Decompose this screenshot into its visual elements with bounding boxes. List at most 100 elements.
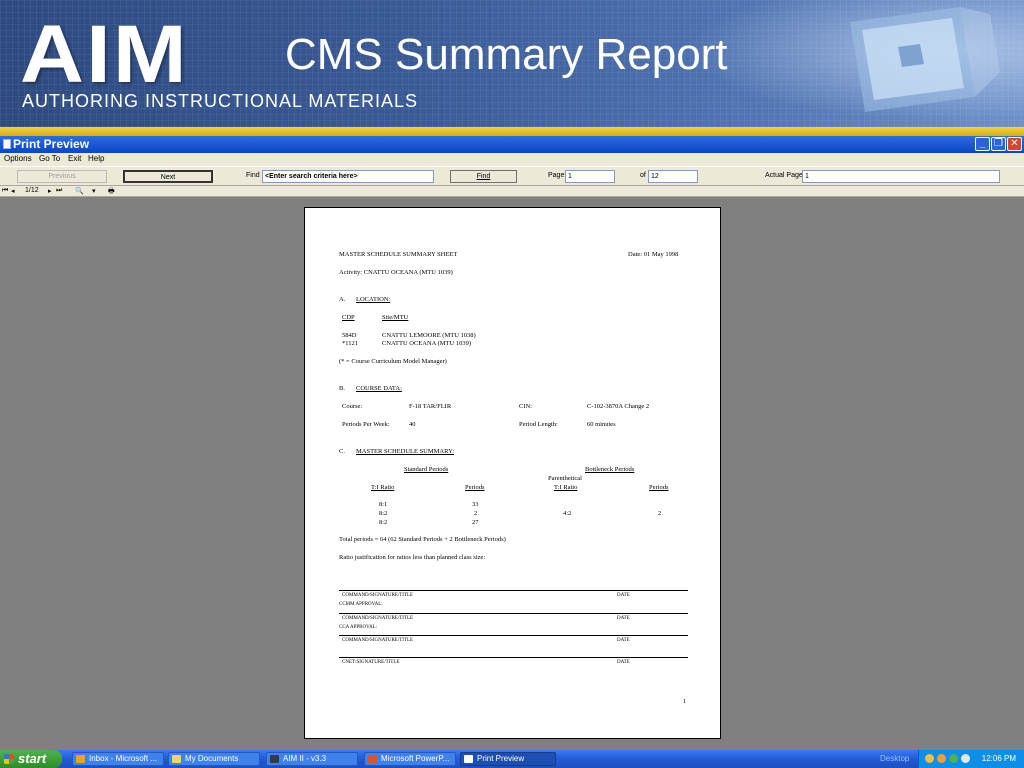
task-inbox[interactable]: Inbox - Microsoft ... xyxy=(72,752,164,766)
page-counter: 1/12 xyxy=(25,187,39,194)
ccmm-approval-label: CCMM APPROVAL: xyxy=(339,602,383,607)
section-b-letter: B. xyxy=(339,385,345,392)
report-activity: Activity: CNATTU OCEANA (MTU 1039) xyxy=(339,269,453,276)
signature-date-4: DATE xyxy=(617,660,630,665)
cin-value: C-102-3870A Change 2 xyxy=(587,403,650,410)
start-label: start xyxy=(18,751,47,766)
period-length-value: 60 minutes xyxy=(587,421,616,428)
signature-date-2: DATE xyxy=(617,616,630,621)
actual-page-label: Actual Page xyxy=(765,172,803,179)
task-powerpoint-label: Microsoft PowerP... xyxy=(381,754,450,763)
location-col-cdp: CDP xyxy=(342,314,355,321)
location-note: (* = Course Curriculum Model Manager) xyxy=(339,358,447,365)
banner-gold-bar xyxy=(0,127,1024,136)
window-title: Print Preview xyxy=(13,137,90,151)
cca-approval-label: CCA APPROVAL: xyxy=(339,625,378,630)
bottleneck-ratio-col: T:I Ratio xyxy=(554,484,578,491)
outlook-icon xyxy=(76,755,85,763)
print-preview-window: Print Preview _ ❐ ✕ Options Go To Exit H… xyxy=(0,136,1024,750)
task-inbox-label: Inbox - Microsoft ... xyxy=(89,754,158,763)
menu-help[interactable]: Help xyxy=(88,154,104,163)
aim-tagline: AUTHORING INSTRUCTIONAL MATERIALS xyxy=(22,91,419,111)
report-heading: MASTER SCHEDULE SUMMARY SHEET xyxy=(339,251,458,258)
location-site-2: CNATTU OCEANA (MTU 1039) xyxy=(382,340,472,347)
desktop-toolbar-label[interactable]: Desktop xyxy=(880,754,909,763)
minimize-button[interactable]: _ xyxy=(975,137,990,151)
previous-button[interactable]: Previous xyxy=(17,170,107,183)
of-label: of xyxy=(640,172,646,179)
section-a-letter: A. xyxy=(339,296,346,303)
menu-exit[interactable]: Exit xyxy=(68,154,81,163)
parenthetical-label: Parenthetical xyxy=(548,475,582,482)
start-button[interactable]: start xyxy=(0,750,62,768)
print-icon[interactable]: 🖶 xyxy=(108,187,115,198)
menu-bar: Options Go To Exit Help xyxy=(0,153,1024,166)
signature-line-4 xyxy=(339,657,688,658)
tray-icon-1[interactable] xyxy=(925,754,934,763)
zoom-dropdown-icon[interactable]: ▾ xyxy=(92,187,96,195)
aim-banner: AIM AUTHORING INSTRUCTIONAL MATERIALS CM… xyxy=(0,0,1024,127)
periods-per-week-value: 40 xyxy=(409,421,416,428)
section-c-letter: C. xyxy=(339,448,345,455)
period-length-label: Period Length: xyxy=(519,421,558,428)
page-input[interactable]: 1 xyxy=(565,170,615,183)
actual-page-input[interactable]: 1 xyxy=(802,170,1000,183)
standard-ratio-2: 8:2 xyxy=(379,510,388,517)
next-page-icon[interactable]: ▸ xyxy=(48,187,52,195)
bottleneck-periods-heading: Bottleneck Periods xyxy=(585,466,635,473)
signature-label-3: COMMAND/SIGNATURE/TITLE xyxy=(342,638,414,643)
find-button[interactable]: Find xyxy=(450,170,517,183)
standard-ratio-3: 8:2 xyxy=(379,519,388,526)
maximize-button[interactable]: ❐ xyxy=(991,137,1006,151)
tray-icon-2[interactable] xyxy=(937,754,946,763)
signature-line-2 xyxy=(339,613,688,614)
task-aim-ii[interactable]: AIM II - v3.3 xyxy=(266,752,358,766)
prev-page-icon[interactable]: ◂ xyxy=(11,187,15,195)
first-page-icon[interactable]: ⏮ xyxy=(2,187,8,195)
navigation-bar: ⏮ ◂ 1/12 ▸ ⏭ 🔍 ▾ 🖶 xyxy=(0,186,1024,197)
task-my-documents[interactable]: My Documents xyxy=(168,752,260,766)
standard-periods-2: 2 xyxy=(474,510,478,517)
standard-ratio-col: T:I Ratio xyxy=(371,484,395,491)
find-label: Find xyxy=(246,172,260,179)
bottleneck-periods-col: Periods xyxy=(649,484,669,491)
standard-periods-col: Periods xyxy=(465,484,485,491)
tray-icon-4[interactable] xyxy=(961,754,970,763)
task-print-preview-label: Print Preview xyxy=(477,754,525,763)
location-cdp-1: 584D xyxy=(342,332,357,339)
last-page-icon[interactable]: ⏭ xyxy=(56,187,62,195)
find-input[interactable]: <Enter search criteria here> xyxy=(262,170,434,183)
aim-logo: AIM xyxy=(20,9,189,100)
report-page: MASTER SCHEDULE SUMMARY SHEET Date: 01 M… xyxy=(304,207,721,739)
windows-flag-icon xyxy=(4,754,14,764)
bottleneck-ratio-1: 4:2 xyxy=(563,510,572,517)
next-button[interactable]: Next xyxy=(123,170,213,183)
location-site-1: CNATTU LEMOORE (MTU 1038) xyxy=(382,332,476,339)
cin-label: CIN: xyxy=(519,403,532,410)
task-aim-ii-label: AIM II - v3.3 xyxy=(283,754,327,763)
menu-options[interactable]: Options xyxy=(4,154,32,163)
tray-icon-3[interactable] xyxy=(949,754,958,763)
section-c-heading: MASTER SCHEDULE SUMMARY: xyxy=(356,448,455,455)
zoom-icon[interactable]: 🔍 xyxy=(75,187,84,195)
print-preview-task-icon xyxy=(464,755,473,763)
menu-go-to[interactable]: Go To xyxy=(39,154,60,163)
window-titlebar[interactable]: Print Preview _ ❐ ✕ xyxy=(0,136,1024,153)
standard-ratio-1: 8:1 xyxy=(379,501,388,508)
course-label: Course: xyxy=(342,403,363,410)
close-button[interactable]: ✕ xyxy=(1007,137,1022,151)
location-col-site: Site/MTU xyxy=(382,314,409,321)
print-preview-app-icon xyxy=(3,139,11,149)
task-powerpoint[interactable]: Microsoft PowerP... xyxy=(364,752,456,766)
signature-date-1: DATE xyxy=(617,593,630,598)
ratio-justification: Ratio justification for ratios less than… xyxy=(339,554,486,561)
signature-label-1: COMMAND/SIGNATURE/TITLE xyxy=(342,593,414,598)
course-value: F-18 TAR/FLIR xyxy=(409,403,452,410)
page-total-field: 12 xyxy=(648,170,698,183)
location-cdp-2: *1121 xyxy=(342,340,359,347)
periods-per-week-label: Periods Per Week: xyxy=(342,421,390,428)
task-print-preview[interactable]: Print Preview xyxy=(460,752,556,766)
powerpoint-icon xyxy=(368,755,377,763)
taskbar: start Inbox - Microsoft ... My Documents… xyxy=(0,750,1024,768)
signature-label-4: CNET/SIGNATURE/TITLE xyxy=(342,660,400,665)
